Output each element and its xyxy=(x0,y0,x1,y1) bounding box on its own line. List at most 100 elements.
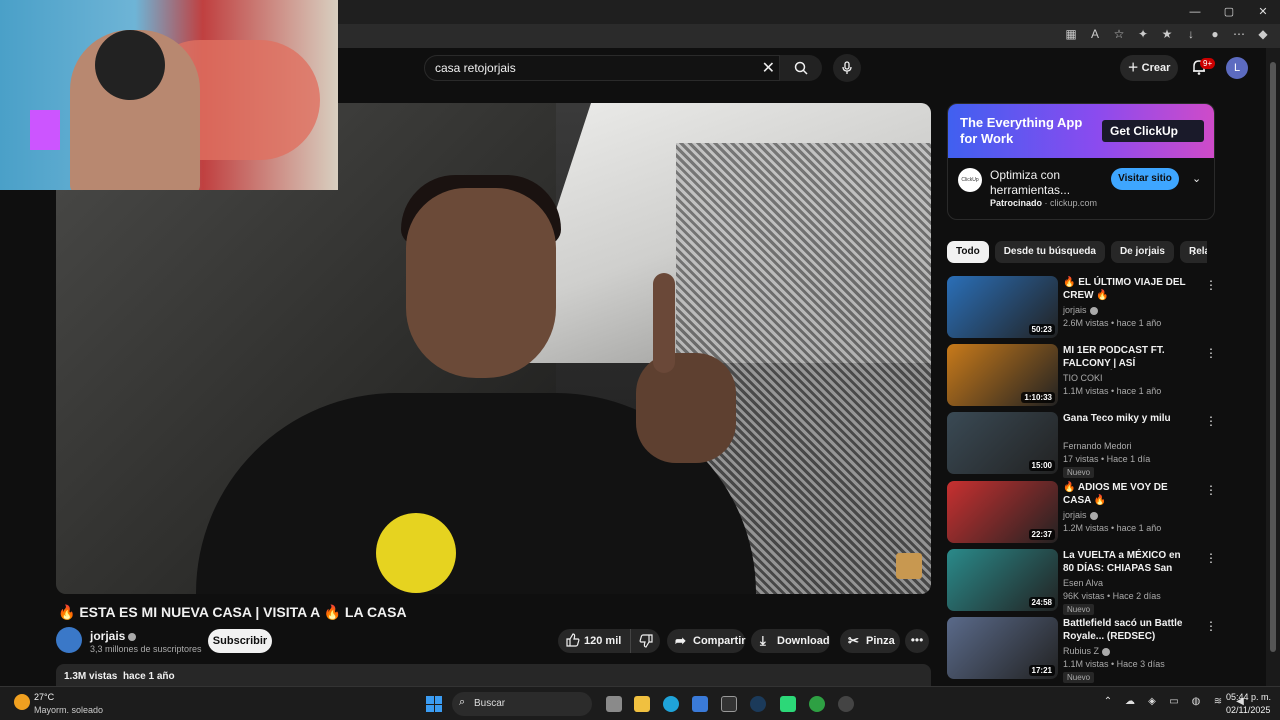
video-thumbnail[interactable]: 24:58 xyxy=(947,549,1058,611)
clip-button[interactable]: ✂ Pinza xyxy=(840,629,900,653)
voice-search-button[interactable] xyxy=(833,54,861,82)
weather-sun-icon[interactable] xyxy=(14,694,30,710)
microsoft-store-icon[interactable] xyxy=(692,696,708,712)
profile-icon[interactable]: ● xyxy=(1208,27,1222,41)
channel-avatar[interactable] xyxy=(56,627,82,653)
xbox-icon[interactable] xyxy=(809,696,825,712)
recommendation-channel[interactable]: Rubius Z xyxy=(1063,646,1111,656)
description-box[interactable]: 1.3M vistas hace 1 año xyxy=(56,664,931,686)
wifi-icon[interactable]: ≋ xyxy=(1212,695,1224,709)
file-explorer-icon[interactable] xyxy=(634,696,650,712)
search-button[interactable] xyxy=(780,55,822,81)
security-icon[interactable]: ◈ xyxy=(1146,695,1158,709)
recommendation-item[interactable]: 24:58 La VUELTA a MÉXICO en 80 DÍAS: CHIA… xyxy=(947,549,1217,615)
recommendation-item[interactable]: 50:23 🔥 EL ÚLTIMO VIAJE DEL CREW 🔥 jorjais… xyxy=(947,276,1217,338)
channel-watermark-icon[interactable] xyxy=(896,553,922,579)
scrollbar-thumb[interactable] xyxy=(1270,62,1276,652)
video-thumbnail[interactable]: 17:21 xyxy=(947,617,1058,679)
new-badge: Nuevo xyxy=(1063,467,1095,478)
recommendation-channel[interactable]: jorjais xyxy=(1063,510,1098,520)
task-view-icon[interactable] xyxy=(606,696,622,712)
recommendation-title[interactable]: Battlefield sacó un Battle Royale... (RE… xyxy=(1063,617,1187,643)
recommendation-channel[interactable]: Fernando Medori xyxy=(1063,441,1132,451)
ad-headline: The Everything App for Work xyxy=(960,115,1083,146)
new-badge: Nuevo xyxy=(1063,604,1095,615)
recommendation-item[interactable]: 22:37 🔥 ADIOS ME VOY DE CASA 🔥 jorjais 1.2M… xyxy=(947,481,1217,543)
more-actions-button[interactable]: ••• xyxy=(905,629,929,653)
steam-icon[interactable] xyxy=(750,696,766,712)
close-window-button[interactable]: ✕ xyxy=(1246,0,1280,24)
more-options-icon[interactable]: ⋮ xyxy=(1205,346,1217,360)
page-scrollbar[interactable] xyxy=(1266,48,1280,686)
recommendation-channel[interactable]: Esen Alva xyxy=(1063,578,1103,588)
chevron-right-icon[interactable]: › xyxy=(1192,245,1196,259)
video-frame-hand xyxy=(636,353,736,463)
show-hidden-icons-icon[interactable]: ⌃ xyxy=(1102,695,1114,709)
favorite-star-icon[interactable]: ☆ xyxy=(1112,27,1126,41)
visit-site-button[interactable]: Visitar sitio xyxy=(1111,168,1179,190)
dislike-button[interactable] xyxy=(630,629,660,653)
obs-icon[interactable] xyxy=(838,696,854,712)
taskbar-search-box[interactable]: ⌕ Buscar xyxy=(452,692,592,716)
recommendation-title[interactable]: 🔥 EL ÚLTIMO VIAJE DEL CREW 🔥 xyxy=(1063,276,1187,302)
video-thumbnail[interactable]: 1:10:33 xyxy=(947,344,1058,406)
more-icon[interactable]: ⋯ xyxy=(1232,27,1246,41)
cloud-sync-icon[interactable]: ☁ xyxy=(1124,695,1136,709)
windows-taskbar: 27°C Mayorm. soleado ⌕ Buscar ⌃ ☁ ◈ ▭ ◍ … xyxy=(0,686,1280,720)
channel-name[interactable]: jorjais xyxy=(90,629,137,643)
epic-games-icon[interactable] xyxy=(721,696,737,712)
download-button[interactable]: ⤓ Download xyxy=(751,629,830,653)
microphone-tray-icon[interactable]: ◍ xyxy=(1190,695,1202,709)
extensions-icon[interactable]: ✦ xyxy=(1136,27,1150,41)
weather-description[interactable]: Mayorm. soleado xyxy=(34,705,103,715)
clock-date[interactable]: 02/11/2025 xyxy=(1226,705,1270,715)
video-thumbnail[interactable]: 50:23 xyxy=(947,276,1058,338)
recommendation-item[interactable]: 15:00 Gana Teco miky y milu Fernando Medor… xyxy=(947,412,1217,478)
minimize-button[interactable]: — xyxy=(1178,0,1212,24)
recommendation-channel[interactable]: jorjais xyxy=(1063,305,1098,315)
more-options-icon[interactable]: ⋮ xyxy=(1205,551,1217,565)
sponsored-ad-card[interactable]: The Everything App for Work Get ClickUp C… xyxy=(947,103,1215,220)
video-thumbnail[interactable]: 22:37 xyxy=(947,481,1058,543)
subscribe-button[interactable]: Subscribir xyxy=(208,629,272,653)
clear-search-icon[interactable]: ✕ xyxy=(762,58,775,78)
chip-from-channel[interactable]: De jorjais xyxy=(1110,241,1174,263)
share-button[interactable]: ➦ Compartir xyxy=(667,629,746,653)
recommendation-title[interactable]: Gana Teco miky y milu xyxy=(1063,412,1187,425)
search-input[interactable]: casa retojorjais ✕ xyxy=(424,55,780,81)
more-options-icon[interactable]: ⋮ xyxy=(1205,619,1217,633)
edge-browser-icon[interactable] xyxy=(663,696,679,712)
like-button[interactable]: 120 mil xyxy=(558,629,628,653)
clock-time[interactable]: 05:44 p. m. xyxy=(1226,692,1271,702)
chevron-down-icon[interactable]: ⌄ xyxy=(1192,172,1201,185)
download-icon: ⤓ xyxy=(760,633,766,648)
recommendation-title[interactable]: La VUELTA a MÉXICO en 80 DÍAS: CHIAPAS S… xyxy=(1063,549,1187,575)
create-button[interactable]: ＋ Crear xyxy=(1120,55,1178,81)
ad-banner[interactable]: The Everything App for Work Get ClickUp xyxy=(948,104,1214,158)
copilot-icon[interactable]: ◆ xyxy=(1256,27,1270,41)
network-icon[interactable]: ▭ xyxy=(1168,695,1180,709)
recommendation-channel[interactable]: TIO COKI xyxy=(1063,373,1103,383)
weather-temperature[interactable]: 27°C xyxy=(34,692,54,702)
thumbs-up-icon xyxy=(566,633,580,647)
windows-start-icon[interactable] xyxy=(426,696,442,712)
streamer-webcam-overlay xyxy=(0,0,338,190)
chip-all[interactable]: Todo xyxy=(947,241,989,263)
chip-from-search[interactable]: Desde tu búsqueda xyxy=(994,241,1105,263)
recommendation-title[interactable]: MI 1ER PODCAST FT. FALCONY | ASÍ COMENZÓ… xyxy=(1063,344,1187,370)
more-options-icon[interactable]: ⋮ xyxy=(1205,483,1217,497)
video-thumbnail[interactable]: 15:00 xyxy=(947,412,1058,474)
more-options-icon[interactable]: ⋮ xyxy=(1205,278,1217,292)
chat-app-icon[interactable] xyxy=(780,696,796,712)
more-options-icon[interactable]: ⋮ xyxy=(1205,414,1217,428)
maximize-button[interactable]: ▢ xyxy=(1212,0,1246,24)
favorites-icon[interactable]: ★ xyxy=(1160,27,1174,41)
translate-icon[interactable]: A xyxy=(1088,27,1102,41)
recommendation-item[interactable]: 17:21 Battlefield sacó un Battle Royale..… xyxy=(947,617,1217,683)
verified-icon xyxy=(1102,647,1111,656)
apps-icon[interactable]: ▦ xyxy=(1064,27,1078,41)
recommendation-title[interactable]: 🔥 ADIOS ME VOY DE CASA 🔥 xyxy=(1063,481,1187,507)
downloads-icon[interactable]: ↓ xyxy=(1184,27,1198,41)
account-avatar[interactable]: L xyxy=(1226,57,1248,79)
recommendation-item[interactable]: 1:10:33 MI 1ER PODCAST FT. FALCONY | ASÍ … xyxy=(947,344,1217,406)
